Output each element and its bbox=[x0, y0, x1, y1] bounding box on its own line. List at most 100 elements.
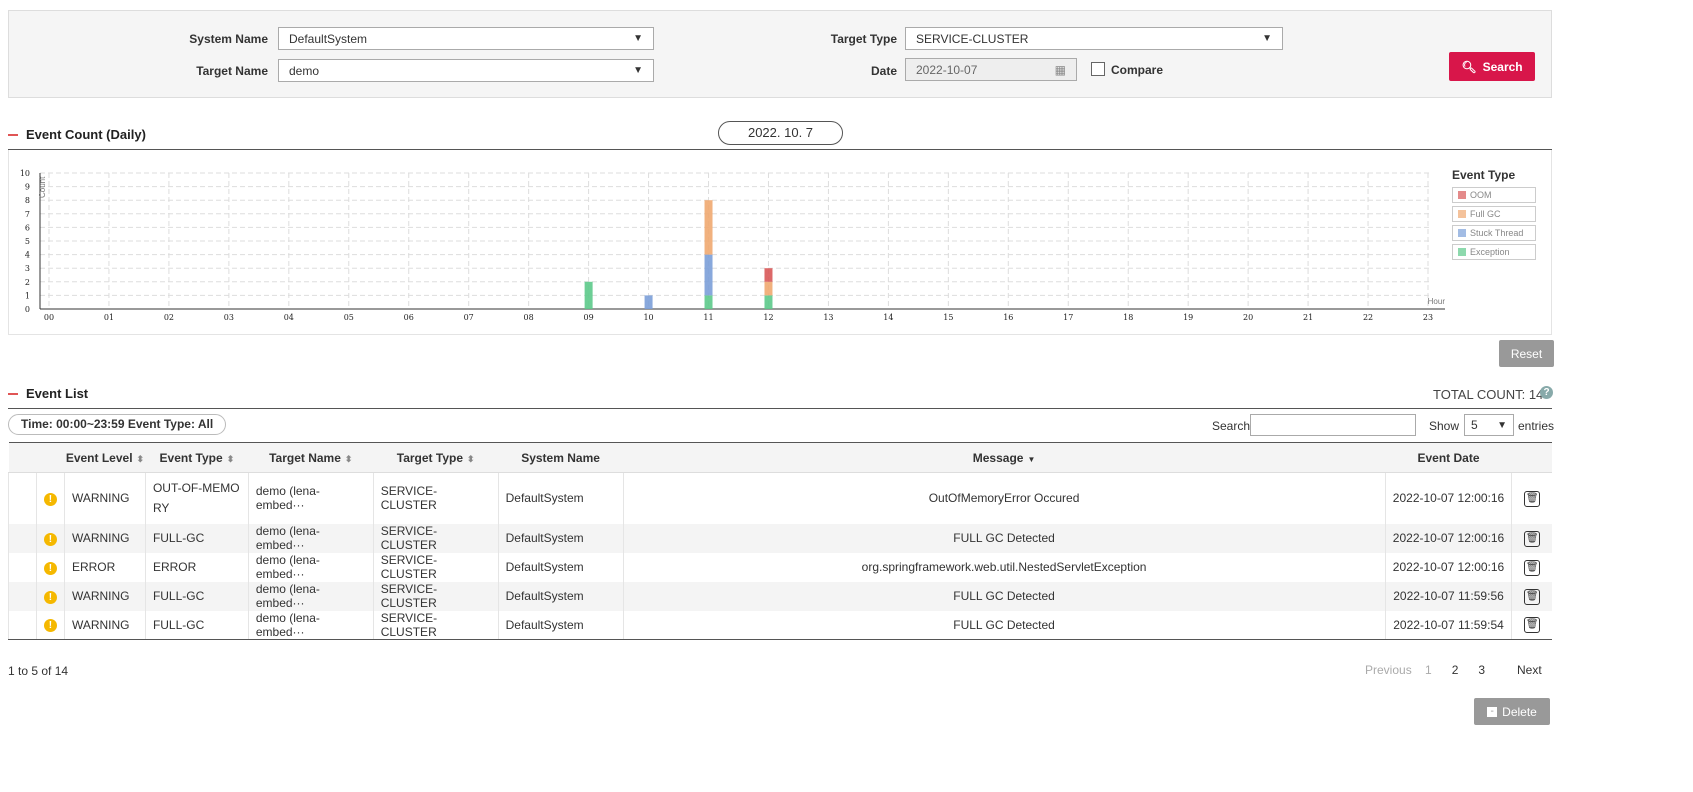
table-cell: WARNING bbox=[63, 581, 146, 611]
trash-icon[interactable]: 🗑︎ bbox=[1524, 617, 1541, 634]
target-name-label: Target Name bbox=[196, 64, 268, 78]
chevron-down-icon: ▼ bbox=[633, 65, 643, 76]
search-button[interactable]: 🔍︎ Search bbox=[1449, 52, 1535, 81]
row-select-cell[interactable] bbox=[8, 610, 37, 640]
warning-icon: ! bbox=[43, 492, 57, 506]
table-cell: OutOfMemoryError Occured bbox=[622, 472, 1386, 524]
column-header[interactable]: Target Name ⬍ bbox=[248, 442, 374, 473]
x-tick-label: 22 bbox=[1363, 313, 1373, 322]
calendar-icon[interactable]: ▦ bbox=[1055, 63, 1066, 77]
legend-item[interactable]: Stuck Thread bbox=[1452, 225, 1536, 241]
delete-cell: 🗑︎ bbox=[1511, 523, 1552, 553]
legend-item[interactable]: OOM bbox=[1452, 187, 1536, 203]
warning-icon: ! bbox=[43, 590, 57, 604]
entries-select[interactable]: 5 ▼ bbox=[1464, 414, 1514, 436]
system-name-label: System Name bbox=[189, 32, 268, 46]
delete-cell: 🗑︎ bbox=[1511, 610, 1552, 640]
table-cell: DefaultSystem bbox=[497, 552, 624, 582]
bar-segment-exception[interactable] bbox=[764, 295, 773, 309]
date-input[interactable]: 2022-10-07 ▦ bbox=[905, 58, 1077, 81]
bar-segment-full-gc[interactable] bbox=[764, 281, 773, 296]
page-button[interactable]: 3 bbox=[1478, 663, 1485, 677]
event-count-title: Event Count (Daily) bbox=[26, 127, 146, 142]
show-label: Show bbox=[1429, 419, 1460, 433]
section-marker-icon bbox=[8, 133, 18, 136]
column-header-label: Event Level bbox=[65, 450, 133, 465]
row-select-cell[interactable] bbox=[8, 552, 37, 582]
level-icon-cell: ! bbox=[35, 472, 65, 524]
column-header[interactable]: Event Level ⬍ bbox=[64, 442, 146, 473]
x-tick-label: 23 bbox=[1423, 313, 1433, 322]
column-header-label: System Name bbox=[521, 450, 600, 465]
delete-cell: 🗑︎ bbox=[1511, 552, 1552, 582]
system-name-select[interactable]: DefaultSystem ▼ bbox=[278, 27, 654, 50]
date-label: Date bbox=[870, 64, 897, 78]
row-select-cell[interactable] bbox=[8, 523, 37, 553]
table-search-input[interactable] bbox=[1250, 414, 1416, 436]
bar-segment-full-gc[interactable] bbox=[704, 200, 713, 255]
delete-button[interactable]: - Delete bbox=[1474, 698, 1550, 725]
column-header[interactable]: Message ▼ bbox=[623, 442, 1386, 473]
x-tick-label: 02 bbox=[164, 313, 174, 322]
trash-icon[interactable]: 🗑︎ bbox=[1524, 490, 1541, 507]
legend-item[interactable]: Full GC bbox=[1452, 206, 1536, 222]
y-tick-label: 10 bbox=[20, 169, 30, 178]
pagination-pages: 1 2 3 bbox=[1425, 663, 1485, 677]
date-value: 2022-10-07 bbox=[916, 62, 978, 77]
bar-segment-stuck-thread[interactable] bbox=[644, 295, 653, 309]
table-row[interactable]: ! WARNING FULL-GC demo (lena-embed··· SERVIC… bbox=[8, 523, 1552, 553]
legend-item[interactable]: Exception bbox=[1452, 244, 1536, 260]
x-tick-label: 07 bbox=[464, 313, 474, 322]
table-cell: WARNING bbox=[63, 472, 146, 524]
page-button[interactable]: 1 bbox=[1425, 663, 1432, 677]
page-button[interactable]: 2 bbox=[1452, 663, 1459, 677]
sort-icon: ⬍ bbox=[344, 453, 353, 464]
sort-icon: ⬍ bbox=[226, 453, 235, 464]
previous-page-button[interactable]: Previous bbox=[1365, 663, 1412, 677]
next-page-button[interactable]: Next bbox=[1517, 663, 1542, 677]
trash-icon[interactable]: 🗑︎ bbox=[1524, 588, 1541, 605]
target-name-select[interactable]: demo ▼ bbox=[278, 59, 654, 82]
compare-checkbox[interactable] bbox=[1091, 62, 1105, 76]
column-header-label: Event Date bbox=[1417, 450, 1480, 465]
table-cell: FULL GC Detected bbox=[622, 523, 1386, 553]
target-type-select[interactable]: SERVICE-CLUSTER ▼ bbox=[905, 27, 1283, 50]
warning-icon: ! bbox=[43, 561, 57, 575]
bar-segment-exception[interactable] bbox=[704, 295, 713, 309]
x-tick-label: 10 bbox=[643, 313, 653, 322]
table-cell: WARNING bbox=[63, 523, 146, 553]
column-header[interactable]: Event Type ⬍ bbox=[145, 442, 249, 473]
target-name-value: demo bbox=[289, 63, 320, 78]
bar-segment-stuck-thread[interactable] bbox=[704, 254, 713, 296]
table-row[interactable]: ! WARNING FULL-GC demo (lena-embed··· SERVIC… bbox=[8, 610, 1552, 640]
delete-cell: 🗑︎ bbox=[1511, 472, 1552, 524]
table-info: 1 to 5 of 14 bbox=[8, 664, 69, 678]
legend-label: OOM bbox=[1470, 190, 1492, 200]
chart-legend: OOM Full GC Stuck Thread Exception bbox=[1452, 187, 1536, 260]
row-select-cell[interactable] bbox=[8, 581, 37, 611]
reset-button[interactable]: Reset bbox=[1499, 340, 1554, 367]
y-tick-label: 4 bbox=[25, 251, 30, 260]
table-cell: 2022-10-07 11:59:54 bbox=[1384, 610, 1512, 640]
row-select-cell[interactable] bbox=[8, 472, 37, 524]
legend-label: Stuck Thread bbox=[1470, 228, 1524, 238]
y-tick-label: 0 bbox=[25, 305, 30, 314]
table-cell: SERVICE-CLUSTER bbox=[372, 610, 499, 640]
bar-segment-oom[interactable] bbox=[764, 268, 773, 282]
x-tick-label: 01 bbox=[104, 313, 114, 322]
trash-icon[interactable]: 🗑︎ bbox=[1524, 530, 1541, 547]
help-icon[interactable]: ? bbox=[1540, 386, 1553, 399]
table-cell: ERROR bbox=[144, 552, 249, 582]
column-header[interactable]: Target Type ⬍ bbox=[373, 442, 499, 473]
column-header: Event Date bbox=[1385, 442, 1512, 473]
table-search-label: Search bbox=[1212, 419, 1251, 433]
trash-icon[interactable]: 🗑︎ bbox=[1524, 559, 1541, 576]
x-tick-label: 06 bbox=[404, 313, 414, 322]
table-row[interactable]: ! WARNING FULL-GC demo (lena-embed··· SERVIC… bbox=[8, 581, 1552, 611]
y-tick-label: 7 bbox=[25, 210, 30, 219]
column-header-label: Event Type bbox=[159, 450, 223, 465]
table-row[interactable]: ! WARNING OUT-OF-MEMORY demo (lena-embed···… bbox=[8, 472, 1552, 524]
table-row[interactable]: ! ERROR ERROR demo (lena-embed··· SERVICE-CL… bbox=[8, 552, 1552, 582]
event-list-title: Event List bbox=[26, 386, 89, 401]
bar-segment-exception[interactable] bbox=[584, 281, 593, 309]
